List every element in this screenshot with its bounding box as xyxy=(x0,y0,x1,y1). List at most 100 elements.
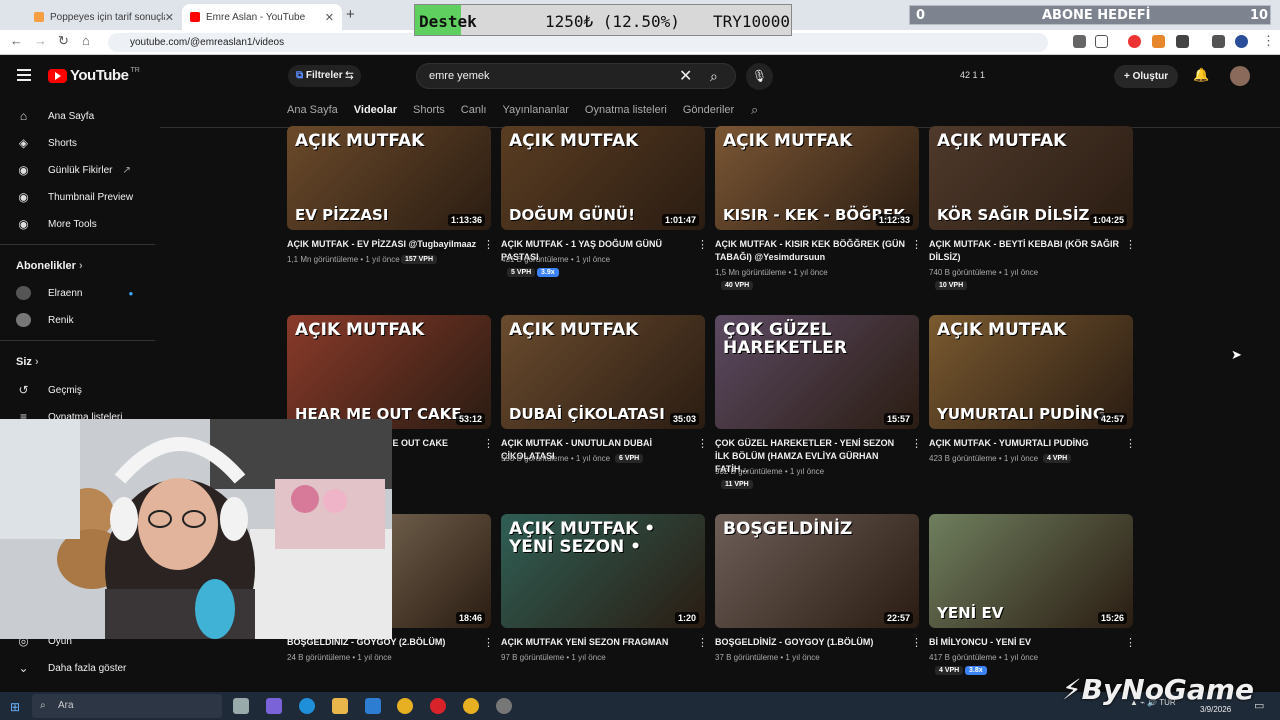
video-title[interactable]: Bİ MİLYONCU - YENİ EV xyxy=(929,636,1121,649)
store-icon[interactable] xyxy=(365,698,381,714)
channel-avatar xyxy=(16,286,31,300)
more-actions-icon[interactable]: ⋮ xyxy=(911,238,922,251)
plus-icon[interactable]: + xyxy=(346,6,355,23)
video-title[interactable]: AÇIK MUTFAK - BEYTİ KEBABI (KÖR SAĞIR Dİ… xyxy=(929,238,1121,264)
more-actions-icon[interactable]: ⋮ xyxy=(911,636,922,649)
external-link-icon: ↗ xyxy=(122,164,131,176)
video-meta: 1,5 Mn görüntüleme • 1 yıl önce xyxy=(715,268,828,277)
duration-badge: 1:12:33 xyxy=(875,214,913,226)
bynogame-watermark-logo: ⚡ByNoGame xyxy=(1062,673,1254,706)
sidebar-item-renik[interactable]: Renik xyxy=(16,313,74,327)
channel-search-icon[interactable]: ⌕ xyxy=(751,102,758,118)
chrome-icon[interactable] xyxy=(397,698,413,714)
windows-start-icon[interactable]: ⊞ xyxy=(10,700,20,714)
adblock-icon[interactable] xyxy=(1128,35,1141,48)
more-actions-icon[interactable]: ⋮ xyxy=(697,636,708,649)
video-title[interactable]: AÇIK MUTFAK - KISIR KEK BÖĞĞREK (GÜN TAB… xyxy=(715,238,907,264)
account-avatar[interactable] xyxy=(1230,66,1250,86)
hamburger-menu-icon[interactable] xyxy=(17,69,31,81)
sidebar-item-history[interactable]: ↺ Geçmiş xyxy=(16,383,81,397)
more-actions-icon[interactable]: ⋮ xyxy=(697,238,708,251)
microphone-icon[interactable]: 🎙 xyxy=(746,63,773,90)
notification-icon[interactable]: ▭ xyxy=(1254,699,1264,712)
more-actions-icon[interactable]: ⋮ xyxy=(1125,636,1136,649)
obs-icon[interactable] xyxy=(496,698,512,714)
video-thumbnail[interactable]: AÇIK MUTFAK HEAR ME OUT CAKE 53:12 xyxy=(287,315,491,429)
thumbnail-caption: DOĞUM GÜNÜ! xyxy=(509,206,635,224)
more-actions-icon[interactable]: ⋮ xyxy=(1125,437,1136,450)
edge-icon[interactable] xyxy=(299,698,315,714)
video-thumbnail[interactable]: AÇIK MUTFAK YUMURTALI PUDİNG 42:57 xyxy=(929,315,1133,429)
more-actions-icon[interactable]: ⋮ xyxy=(1125,238,1136,251)
close-tab-icon[interactable]: ✕ xyxy=(325,11,334,24)
you-heading[interactable]: Siz › xyxy=(16,356,39,368)
video-title[interactable]: BOŞGELDİNİZ - GOYGOY (1.BÖLÜM) xyxy=(715,636,907,649)
tab-posts-released[interactable]: Yayınlananlar xyxy=(502,104,568,116)
video-thumbnail[interactable]: AÇIK MUTFAK KISIR - KEK - BÖĞREK 1:12:33 xyxy=(715,126,919,230)
tab-videos[interactable]: Videolar xyxy=(354,104,397,116)
more-actions-icon[interactable]: ⋮ xyxy=(911,437,922,450)
filters-button[interactable]: ⧉ Filtreler ⇆ xyxy=(288,65,362,87)
search-input[interactable]: emre yemek xyxy=(429,70,490,82)
extensions-icon[interactable] xyxy=(1176,35,1189,48)
video-thumbnail[interactable]: AÇIK MUTFAK KÖR SAĞIR DİLSİZ 1:04:25 xyxy=(929,126,1133,230)
more-actions-icon[interactable]: ⋮ xyxy=(483,437,494,450)
opera-icon[interactable] xyxy=(430,698,446,714)
video-thumbnail[interactable]: YENİ EV 15:26 xyxy=(929,514,1133,628)
search-icon[interactable]: ⌕ xyxy=(710,68,718,85)
tab-live[interactable]: Canlı xyxy=(461,104,487,116)
taskbar-search[interactable]: ⌕ Ara xyxy=(32,694,222,718)
video-thumbnail[interactable]: AÇIK MUTFAK EV PİZZASI 1:13:36 xyxy=(287,126,491,230)
video-title[interactable]: AÇIK MUTFAK - EV PİZZASI @Tugbayilmaaz xyxy=(287,238,479,251)
more-actions-icon[interactable]: ⋮ xyxy=(483,636,494,649)
sidebar-item-shorts[interactable]: ◈ Shorts xyxy=(16,136,77,150)
video-thumbnail[interactable]: BOŞGELDİNİZ 22:57 xyxy=(715,514,919,628)
clear-search-icon[interactable]: ✕ xyxy=(679,66,692,86)
video-thumbnail[interactable]: AÇIK MUTFAK DUBAİ ÇİKOLATASI 35:03 xyxy=(501,315,705,429)
more-actions-icon[interactable]: ⋮ xyxy=(483,238,494,251)
notifications-bell-icon[interactable]: 🔔 xyxy=(1193,67,1209,83)
tab-shorts[interactable]: Shorts xyxy=(413,104,445,116)
video-thumbnail[interactable]: AÇIK MUTFAK DOĞUM GÜNÜ! 1:01:47 xyxy=(501,126,705,230)
browser-menu-icon[interactable]: ⋮ xyxy=(1262,33,1275,49)
copilot-icon[interactable] xyxy=(266,698,282,714)
tab-community[interactable]: Gönderiler xyxy=(683,104,734,116)
sidebar-item-more-tools[interactable]: ◉ More Tools xyxy=(16,217,97,231)
browser-tab-1[interactable]: Poppeyes için tarif sonuçları - N ✕ xyxy=(26,4,182,30)
tab-home[interactable]: Ana Sayfa xyxy=(287,104,338,116)
task-view-icon[interactable] xyxy=(233,698,249,714)
subscriptions-heading[interactable]: Abonelikler › xyxy=(16,260,83,272)
video-thumbnail[interactable]: ÇOK GÜZEL HAREKETLER 15:57 xyxy=(715,315,919,429)
video-title[interactable]: AÇIK MUTFAK - YUMURTALI PUDİNG xyxy=(929,437,1121,450)
video-thumbnail[interactable]: AÇIK MUTFAK • YENİ SEZON • 1:20 xyxy=(501,514,705,628)
home-icon[interactable]: ⌂ xyxy=(82,33,90,48)
bookmark-star-icon[interactable] xyxy=(1095,35,1108,48)
back-icon[interactable]: ← xyxy=(10,33,23,48)
browser-tab-2[interactable]: Emre Aslan - YouTube ✕ xyxy=(182,4,342,30)
tab-playlists[interactable]: Oynatma listeleri xyxy=(585,104,667,116)
thumbnail-overlay-text: AÇIK MUTFAK xyxy=(295,131,425,151)
sidebar-item-elraenn[interactable]: Elraenn ● xyxy=(16,286,133,300)
search-box[interactable]: emre yemek ✕ ⌕ xyxy=(416,63,736,89)
reload-icon[interactable]: ↻ xyxy=(58,33,69,49)
more-actions-icon[interactable]: ⋮ xyxy=(697,437,708,450)
home-icon: ⌂ xyxy=(19,109,28,123)
chrome-active-icon[interactable] xyxy=(463,698,479,714)
install-icon[interactable] xyxy=(1073,35,1086,48)
forward-icon[interactable]: → xyxy=(34,33,47,48)
sidebar-item-thumbnail-preview[interactable]: ◉ Thumbnail Preview xyxy=(16,190,133,204)
youtube-logo[interactable]: YouTube TR xyxy=(48,67,140,84)
close-tab-icon[interactable]: ✕ xyxy=(165,11,174,24)
chevron-right-icon: › xyxy=(34,356,39,368)
sidebar-item-gunluk-fikirler[interactable]: ◉ Günlük Fikirler ↗ xyxy=(16,163,131,177)
duration-badge: 1:01:47 xyxy=(661,214,699,226)
sidebar-item-label: More Tools xyxy=(48,218,97,230)
file-explorer-icon[interactable] xyxy=(332,698,348,714)
reading-list-icon[interactable] xyxy=(1212,35,1225,48)
show-more-button[interactable]: ⌄ Daha fazla göster xyxy=(16,661,126,675)
create-button[interactable]: + Oluştur xyxy=(1114,65,1179,88)
sidebar-item-home[interactable]: ⌂ Ana Sayfa xyxy=(16,109,94,123)
video-title[interactable]: AÇIK MUTFAK YENİ SEZON FRAGMAN xyxy=(501,636,693,649)
extension-fox-icon[interactable] xyxy=(1152,35,1165,48)
profile-avatar[interactable] xyxy=(1235,35,1248,48)
